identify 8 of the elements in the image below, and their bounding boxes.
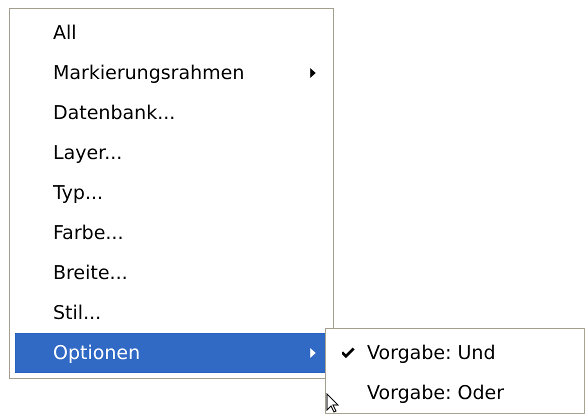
menu-item[interactable]: Markierungsrahmen <box>15 53 330 93</box>
menu-item[interactable]: Breite... <box>15 253 330 293</box>
menu-item[interactable]: Farbe... <box>15 213 330 253</box>
menu-item[interactable]: Typ... <box>15 173 330 213</box>
menu-item[interactable]: Datenbank... <box>15 93 330 133</box>
menu-item[interactable]: All <box>15 13 330 53</box>
menu-item[interactable]: Layer... <box>15 133 330 173</box>
menu-item[interactable]: Stil... <box>15 293 330 333</box>
